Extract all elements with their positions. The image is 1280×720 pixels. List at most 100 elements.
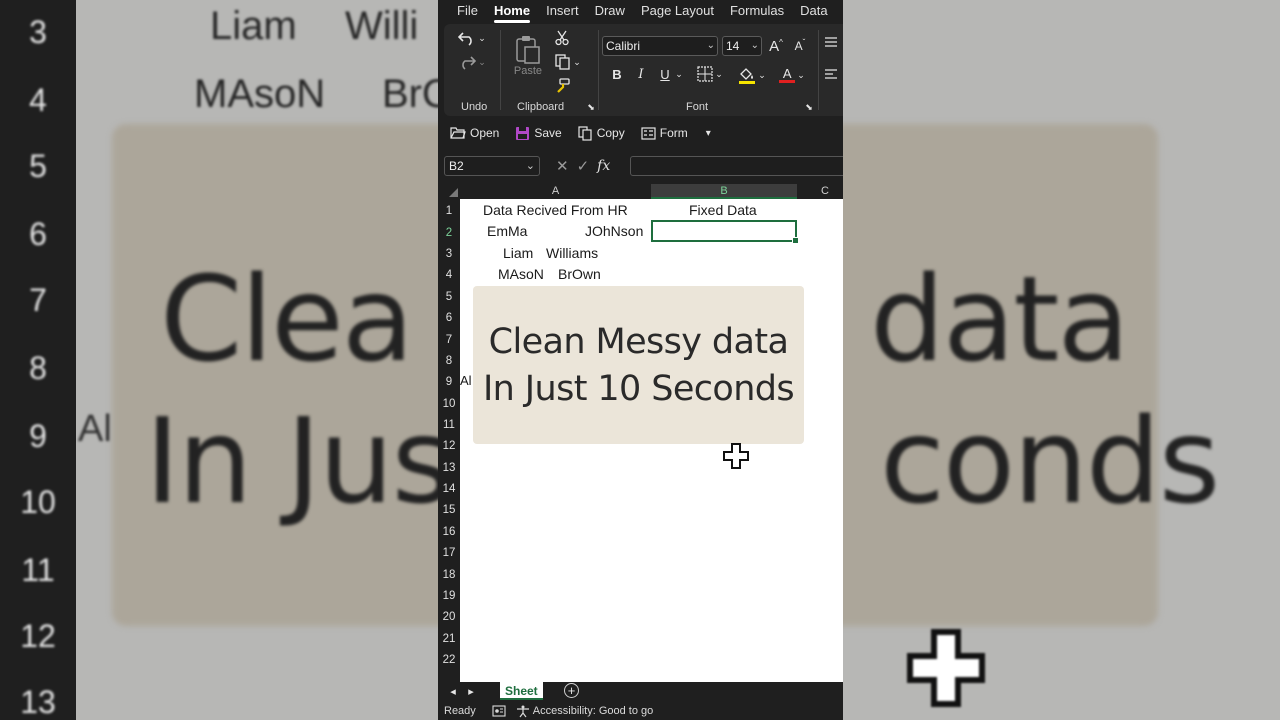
tab-formulas[interactable]: Formulas xyxy=(722,1,792,21)
underline-button[interactable]: U xyxy=(656,64,674,84)
bg-row-number: 10 xyxy=(20,484,56,520)
sheet-tab-bar: ◂ ▸ Sheet + xyxy=(438,682,843,702)
prev-sheet-button[interactable]: ◂ xyxy=(446,683,460,699)
cell-a4-last[interactable]: BrOwn xyxy=(558,266,601,282)
row-header[interactable]: 4 xyxy=(438,269,460,281)
cut-button[interactable] xyxy=(552,28,572,48)
bg-row-number: 7 xyxy=(29,282,47,318)
bg-overlay-text: In Jus xyxy=(145,392,453,530)
tab-draw[interactable]: Draw xyxy=(587,1,633,21)
font-size-select[interactable]: 14 ⌄ xyxy=(722,36,762,56)
row-header[interactable]: 13 xyxy=(438,462,460,474)
row-header[interactable]: 3 xyxy=(438,248,460,260)
row-header[interactable]: 21 xyxy=(438,633,460,645)
undo-button[interactable]: ⌄ xyxy=(458,28,486,48)
row-header[interactable]: 19 xyxy=(438,590,460,602)
cell-a9[interactable]: Al xyxy=(460,373,472,388)
font-color-button[interactable]: A ⌄ xyxy=(776,64,808,86)
sheet-tab-active[interactable]: Sheet xyxy=(500,682,543,700)
cancel-icon[interactable]: ✕ xyxy=(556,157,569,175)
row-header[interactable]: 15 xyxy=(438,504,460,516)
align-left-button[interactable] xyxy=(822,66,840,82)
bg-stray-text: Al xyxy=(78,408,112,450)
dialog-launcher-icon[interactable]: ⬊ xyxy=(803,101,815,113)
tab-file[interactable]: File xyxy=(438,1,486,21)
bg-row-numbers: 3 4 5 6 7 8 9 10 11 12 13 xyxy=(0,0,76,720)
row-header[interactable]: 7 xyxy=(438,334,460,346)
enter-check-icon[interactable]: ✓ xyxy=(577,157,590,175)
open-button[interactable]: Open xyxy=(450,126,499,140)
save-button[interactable]: Save xyxy=(515,126,562,141)
macro-record-icon[interactable] xyxy=(492,705,506,717)
row-header[interactable]: 9 xyxy=(438,376,460,388)
fill-color-button[interactable]: ⌄ xyxy=(736,64,768,86)
cell-a3-first[interactable]: Liam xyxy=(503,245,533,261)
bg-overlay-text: Clea xyxy=(160,250,414,388)
ribbon-separator xyxy=(818,30,819,110)
bg-name: MAsoN xyxy=(194,72,326,116)
row-header[interactable]: 14 xyxy=(438,483,460,495)
cell-a4-first[interactable]: MAsoN xyxy=(498,266,544,282)
row-header[interactable]: 16 xyxy=(438,526,460,538)
tab-insert[interactable]: Insert xyxy=(538,1,587,21)
borders-button[interactable]: ⌄ xyxy=(694,64,726,84)
row-header[interactable]: 6 xyxy=(438,312,460,324)
chevron-down-icon: ⌄ xyxy=(573,56,581,67)
row-header[interactable]: 20 xyxy=(438,611,460,623)
tab-data[interactable]: Data xyxy=(792,1,835,21)
row-header[interactable]: 8 xyxy=(438,355,460,367)
paste-button[interactable]: Paste xyxy=(510,28,546,84)
shrink-font-button[interactable]: Aˇ xyxy=(790,36,810,56)
copy-icon xyxy=(555,54,570,70)
bold-button[interactable]: B xyxy=(608,64,626,84)
row-header[interactable]: 1 xyxy=(438,205,460,217)
italic-button[interactable]: I xyxy=(632,64,650,84)
status-bar: Ready Accessibility: Good to go xyxy=(438,702,843,720)
next-sheet-button[interactable]: ▸ xyxy=(464,683,478,699)
cell-a3-last[interactable]: Williams xyxy=(546,245,598,261)
row-header[interactable]: 12 xyxy=(438,440,460,452)
ribbon-home: ⌄ ⌄ Undo Paste ⌄ Clipboard ⬊ Calibri ⌄ 1… xyxy=(444,24,843,116)
chevron-down-icon[interactable]: ⌄ xyxy=(674,64,684,84)
redo-button[interactable]: ⌄ xyxy=(458,52,486,72)
form-button[interactable]: Form xyxy=(641,126,688,140)
row-header[interactable]: 2 xyxy=(438,227,460,239)
status-accessibility[interactable]: Accessibility: Good to go xyxy=(533,705,653,717)
caret-up-icon: ^ xyxy=(779,37,783,47)
active-cell-b2[interactable] xyxy=(651,220,799,244)
select-all-corner[interactable] xyxy=(438,184,460,199)
cell-b1[interactable]: Fixed Data xyxy=(689,202,757,218)
row-header[interactable]: 10 xyxy=(438,398,460,410)
column-header-b[interactable]: B xyxy=(651,184,797,199)
name-box[interactable]: B2 ⌄ xyxy=(444,156,540,176)
grow-font-button[interactable]: A ^ xyxy=(766,36,786,56)
insert-function-icon[interactable]: fx xyxy=(597,158,610,174)
format-painter-button[interactable] xyxy=(552,76,572,96)
row-header[interactable]: 18 xyxy=(438,569,460,581)
cell-a2-first[interactable]: EmMa xyxy=(487,223,527,239)
font-name-select[interactable]: Calibri ⌄ xyxy=(602,36,718,56)
chevron-down-icon: ⌄ xyxy=(478,32,486,43)
customize-toolbar-button[interactable]: ▾ xyxy=(706,128,711,139)
cell-a2-last[interactable]: JOhNson xyxy=(585,223,643,239)
add-sheet-button[interactable]: + xyxy=(564,683,579,698)
row-header[interactable]: 22 xyxy=(438,654,460,668)
align-top-button[interactable] xyxy=(822,34,840,50)
row-header[interactable]: 11 xyxy=(438,419,460,431)
copy-button[interactable]: Copy xyxy=(578,125,625,141)
row-header[interactable]: 5 xyxy=(438,291,460,303)
bg-name: Willi xyxy=(345,4,419,48)
dialog-launcher-icon[interactable]: ⬊ xyxy=(585,101,597,113)
cross-cursor-icon xyxy=(723,443,749,469)
cell-a1[interactable]: Data Recived From HR xyxy=(483,202,628,218)
copy-menu-button[interactable]: ⌄ xyxy=(552,52,584,72)
tab-home[interactable]: Home xyxy=(486,1,538,23)
bg-row-number: 13 xyxy=(20,684,56,720)
tab-page-layout[interactable]: Page Layout xyxy=(633,1,722,21)
accessibility-icon[interactable] xyxy=(516,705,530,718)
column-header-a[interactable]: A xyxy=(460,184,651,199)
row-header[interactable]: 17 xyxy=(438,547,460,559)
formula-input[interactable] xyxy=(630,156,843,176)
column-header-c[interactable]: C xyxy=(797,184,843,199)
group-label-clipboard: Clipboard xyxy=(517,101,565,113)
